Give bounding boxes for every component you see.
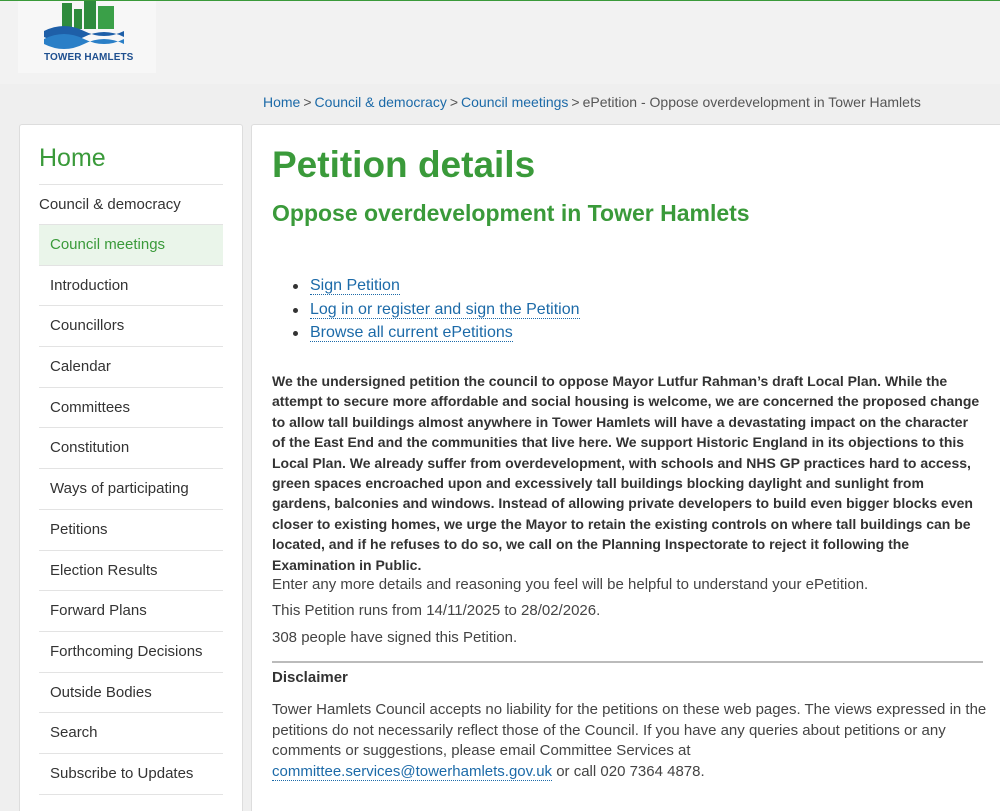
site-header: TOWER HAMLETS	[0, 0, 1000, 84]
action-item: Log in or register and sign the Petition	[293, 298, 580, 322]
sidebar-category-council-democracy[interactable]: Council & democracy	[39, 184, 223, 225]
signature-count: 308 people have signed this Petition.	[272, 629, 518, 646]
more-details-text: Enter any more details and reasoning you…	[272, 576, 869, 593]
petition-title: Oppose overdevelopment in Tower Hamlets	[272, 200, 750, 226]
breadcrumb-separator: >	[303, 94, 312, 110]
petition-dates: This Petition runs from 14/11/2025 to 28…	[272, 602, 601, 619]
petition-actions: Sign Petition Log in or register and sig…	[293, 274, 580, 345]
disclaimer-text: Tower Hamlets Council accepts no liabili…	[272, 700, 987, 782]
committee-services-email-link[interactable]: committee.services@towerhamlets.gov.uk	[272, 762, 553, 781]
sidebar-item-constitution[interactable]: Constitution	[39, 428, 223, 470]
logo-text: TOWER HAMLETS	[44, 52, 134, 63]
main-content: Petition details Oppose overdevelopment …	[251, 124, 1000, 811]
sidebar-item-subscribe-to-updates[interactable]: Subscribe to Updates	[39, 754, 223, 795]
sidebar-item-outside-bodies[interactable]: Outside Bodies	[39, 673, 223, 714]
action-item: Browse all current ePetitions	[293, 321, 580, 345]
login-register-sign-link[interactable]: Log in or register and sign the Petition	[310, 300, 580, 319]
page-title: Petition details	[272, 144, 536, 185]
sidebar-item-forthcoming-decisions[interactable]: Forthcoming Decisions	[39, 632, 223, 673]
sidebar-item-search[interactable]: Search	[39, 713, 223, 754]
breadcrumb-home[interactable]: Home	[263, 94, 300, 110]
breadcrumb-separator: >	[571, 94, 580, 110]
sign-petition-link[interactable]: Sign Petition	[310, 277, 400, 295]
sidebar-item-forward-plans[interactable]: Forward Plans	[39, 591, 223, 632]
disclaimer-body: Tower Hamlets Council accepts no liabili…	[272, 701, 987, 759]
divider	[272, 661, 983, 663]
breadcrumb-council-democracy[interactable]: Council & democracy	[315, 94, 447, 110]
sidebar-item-election-results[interactable]: Election Results	[39, 551, 223, 592]
sidebar-item-council-meetings[interactable]: Council meetings	[39, 225, 223, 266]
breadcrumb-current: ePetition - Oppose overdevelopment in To…	[582, 94, 921, 110]
sidebar-item-calendar[interactable]: Calendar	[39, 347, 223, 388]
breadcrumb-separator: >	[449, 94, 459, 110]
disclaimer-phone: or call 020 7364 4878.	[552, 762, 705, 780]
browse-epetitions-link[interactable]: Browse all current ePetitions	[310, 324, 513, 342]
sidebar-item-petitions[interactable]: Petitions	[39, 510, 223, 551]
sidebar-item-ways-of-participating[interactable]: Ways of participating	[39, 469, 223, 510]
sidebar-item-councillors[interactable]: Councillors	[39, 306, 223, 348]
sidebar: Home Council & democracy Council meeting…	[19, 124, 243, 811]
sidebar-nav-list: Council meetings Introduction Councillor…	[39, 225, 223, 795]
sidebar-home-link[interactable]: Home	[39, 144, 106, 173]
disclaimer-heading: Disclaimer	[272, 669, 348, 686]
breadcrumb-council-meetings[interactable]: Council meetings	[461, 94, 568, 110]
petition-statement: We the undersigned petition the council …	[272, 373, 980, 573]
action-item: Sign Petition	[293, 274, 580, 298]
tower-hamlets-logo[interactable]: TOWER HAMLETS	[18, 1, 156, 73]
sidebar-item-introduction[interactable]: Introduction	[39, 266, 223, 307]
breadcrumb: Home > Council & democracy > Council meeting…	[263, 94, 921, 110]
sidebar-item-committees[interactable]: Committees	[39, 388, 223, 429]
